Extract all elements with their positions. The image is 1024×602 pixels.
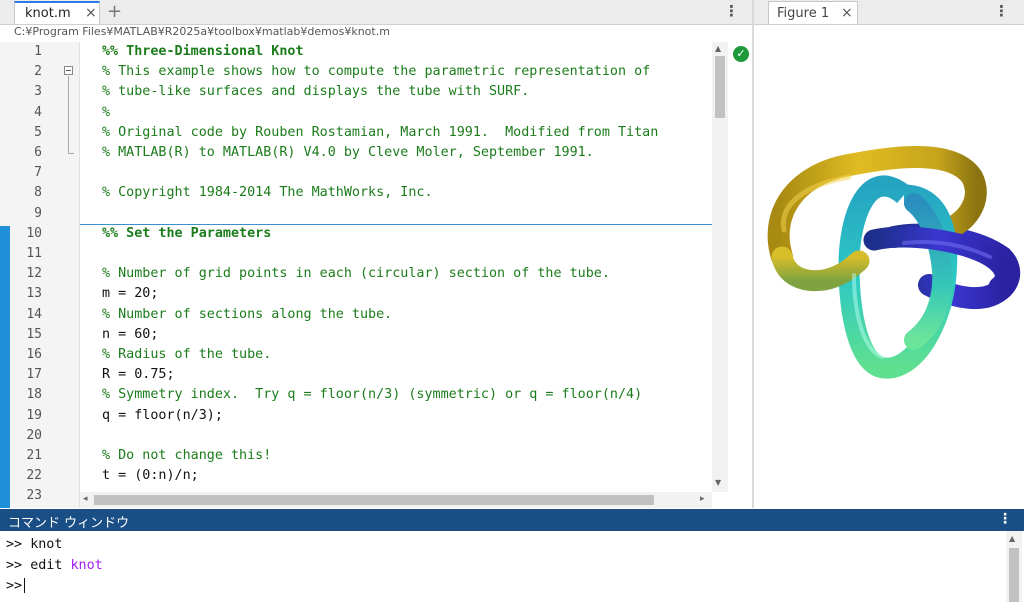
code-line[interactable]: % [102,105,110,120]
active-section-bar [0,226,10,508]
tab-knot-m[interactable]: knot.m × [14,1,100,24]
code-line[interactable]: R = 0.75; [102,367,175,382]
line-number: 17 [26,367,42,383]
code-line[interactable]: % Number of grid points in each (circula… [102,266,610,281]
command-window-title: コマンド ウィンドウ [8,516,130,531]
code-line[interactable]: % Original code by Rouben Rostamian, Mar… [102,125,658,140]
line-number: 15 [26,326,42,342]
line-number: 23 [26,488,42,504]
scroll-up-icon[interactable]: ▲ [715,44,721,53]
code-line[interactable]: q = floor(n/3); [102,408,223,423]
command-window[interactable]: >> knot >> edit knot >> [0,531,1024,602]
prompt: >> [6,578,23,594]
command-argument: knot [70,558,103,573]
code-line[interactable]: % tube-like surfaces and displays the tu… [102,84,529,99]
figure-canvas[interactable] [754,25,1024,508]
command-history-line: >> knot [6,537,62,552]
line-number: 4 [34,104,42,120]
code-line[interactable]: % This example shows how to compute the … [102,64,650,79]
editor-horizontal-scroll-thumb[interactable] [94,495,654,505]
line-number: 21 [26,448,42,463]
line-number: 12 [26,266,42,282]
code-line[interactable]: % Do not change this! [102,448,271,463]
tab-label: knot.m [25,6,71,21]
command-window-menu-icon[interactable]: ⋮ [998,511,1012,527]
fold-collapse-icon[interactable] [64,66,73,75]
scroll-right-icon[interactable]: ▸ [700,494,705,504]
code-line[interactable]: t = (0:n)/n; [102,468,199,483]
code-line[interactable]: %% Three-Dimensional Knot [102,44,304,59]
line-number: 22 [26,468,42,484]
file-path-bar: C:¥Program Files¥MATLAB¥R2025a¥toolbox¥m… [0,25,752,42]
fold-line [68,76,69,153]
code-line[interactable]: % Number of sections along the tube. [102,307,392,322]
fold-end [68,153,74,154]
command-window-header: コマンド ウィンドウ [0,509,1024,531]
line-number: 7 [34,165,42,181]
prompt: >> [6,558,23,573]
scroll-up-icon[interactable]: ▲ [1009,534,1015,543]
line-number: 10 [26,225,42,241]
file-path: C:¥Program Files¥MATLAB¥R2025a¥toolbox¥m… [14,25,390,38]
line-number: 1 [34,44,42,59]
code-line[interactable]: %% Set the Parameters [102,226,271,241]
scroll-down-icon[interactable]: ▼ [715,478,721,487]
line-number: 5 [34,124,42,140]
figure-tab-label: Figure 1 [777,6,830,21]
command-history-line: >> edit knot [6,558,103,573]
prompt: >> [6,537,23,552]
command-text: edit [30,558,63,573]
line-number: 16 [26,347,42,362]
scroll-left-icon[interactable]: ◂ [83,494,88,504]
text-caret [24,578,26,593]
line-number: 11 [26,246,42,261]
code-line[interactable]: % MATLAB(R) to MATLAB(R) V4.0 by Cleve M… [102,145,594,160]
line-number: 18 [26,387,42,403]
line-number: 14 [26,306,42,322]
line-number: 3 [34,84,42,100]
close-figure-icon[interactable]: × [841,5,853,21]
code-line[interactable]: m = 20; [102,286,158,301]
line-number: 9 [34,205,42,221]
code-line[interactable]: n = 60; [102,327,158,342]
line-number: 8 [34,185,42,201]
editor-vertical-scroll-thumb[interactable] [715,56,725,118]
line-number: 6 [34,145,42,160]
knot-surface-plot [767,146,1021,379]
line-number: 19 [26,407,42,423]
add-tab-icon[interactable]: + [107,1,122,22]
close-tab-icon[interactable]: × [85,5,97,21]
command-vertical-scroll-thumb[interactable] [1009,548,1019,602]
tab-figure-1[interactable]: Figure 1 × [768,1,858,24]
code-line[interactable]: % Copyright 1984-2014 The MathWorks, Inc… [102,185,433,200]
code-line[interactable]: % Symmetry index. Try q = floor(n/3) (sy… [102,387,642,402]
figure-menu-icon[interactable]: ⋮ [994,2,1009,20]
command-text: knot [30,537,63,552]
gutter-border [79,42,80,508]
line-number: 20 [26,427,42,443]
command-input-line[interactable]: >> [6,578,26,594]
check-circle-icon[interactable]: ✓ [733,46,749,62]
line-number: 13 [26,286,42,302]
editor-menu-icon[interactable]: ⋮ [724,2,739,20]
code-line[interactable]: % Radius of the tube. [102,347,271,362]
line-number: 2 [34,64,42,80]
